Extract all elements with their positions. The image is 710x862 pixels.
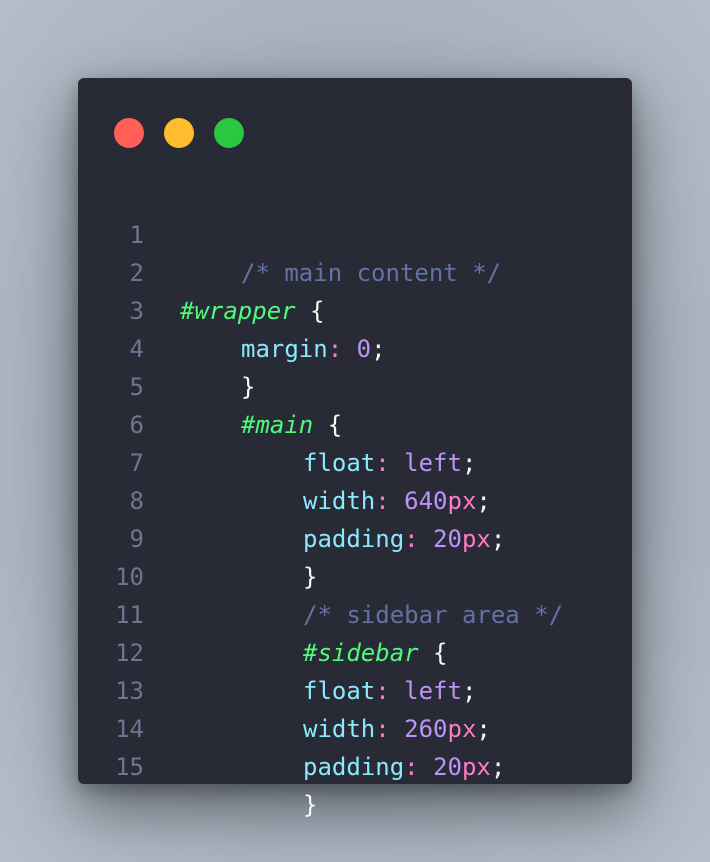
window-controls bbox=[114, 118, 244, 148]
code-line: 13 width: 260px; bbox=[78, 634, 632, 743]
code-line: 14 padding: 20px; bbox=[78, 672, 632, 781]
code-line: 4 } bbox=[78, 292, 632, 401]
code-line: 10 /* sidebar area */ bbox=[78, 520, 632, 629]
code-line: 5 #main { bbox=[78, 330, 632, 439]
css-value: 20 bbox=[433, 753, 462, 781]
minimize-button[interactable] bbox=[164, 118, 194, 148]
code-line: 12 float: left; bbox=[78, 596, 632, 705]
code-editor: 1 /* main content */ 2 #wrapper { 3 marg… bbox=[78, 178, 632, 819]
code-line: 2 #wrapper { bbox=[78, 216, 632, 325]
code-line: 7 width: 640px; bbox=[78, 406, 632, 515]
code-line: 1 /* main content */ bbox=[78, 178, 632, 287]
close-button[interactable] bbox=[114, 118, 144, 148]
css-unit: px bbox=[461, 753, 491, 781]
code-line: 15 } bbox=[78, 710, 632, 819]
code-line: 6 float: left; bbox=[78, 368, 632, 477]
code-window: 1 /* main content */ 2 #wrapper { 3 marg… bbox=[78, 78, 632, 819]
css-property: padding bbox=[303, 753, 405, 781]
code-line: 3 margin: 0; bbox=[78, 254, 632, 363]
code-line: 9 } bbox=[78, 482, 632, 591]
semicolon: ; bbox=[490, 753, 506, 781]
colon: : bbox=[404, 753, 419, 781]
line-number: 15 bbox=[115, 753, 144, 781]
code-line: 8 padding: 20px; bbox=[78, 444, 632, 553]
code-line: 11 #sidebar { bbox=[78, 558, 632, 667]
close-brace: } bbox=[303, 791, 318, 819]
zoom-button[interactable] bbox=[214, 118, 244, 148]
